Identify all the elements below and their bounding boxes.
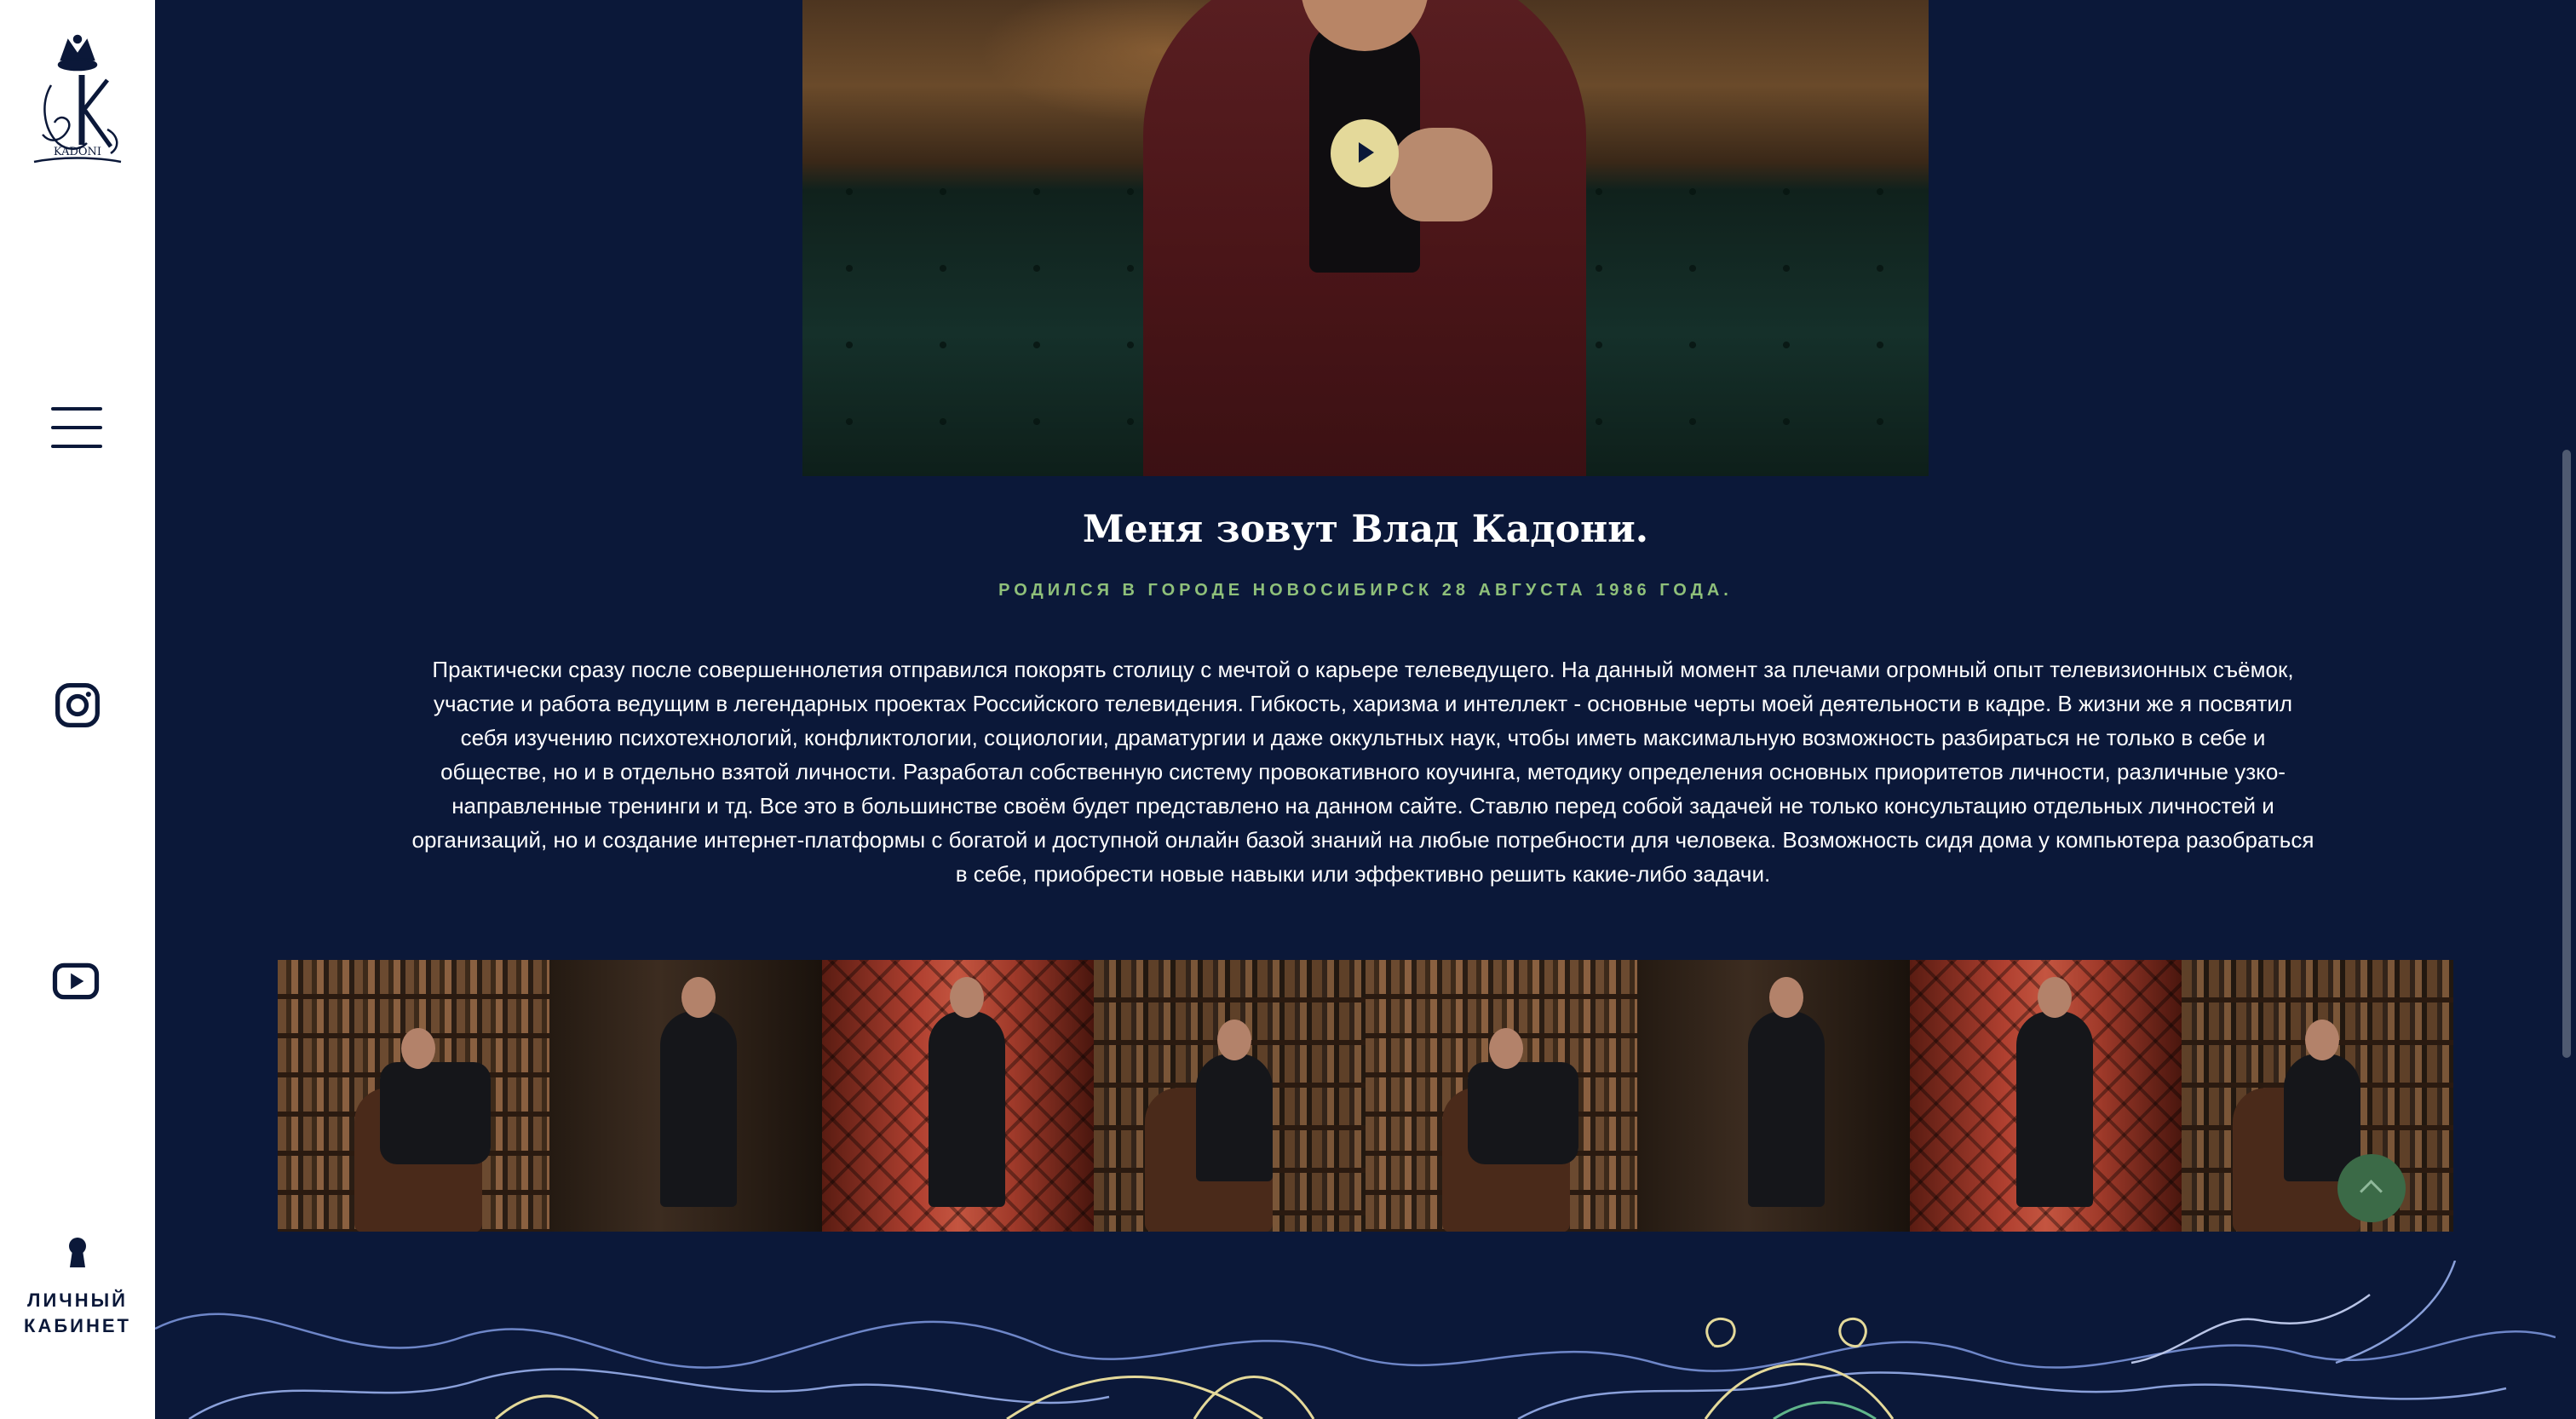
personal-cabinet-label: ЛИЧНЫЙ КАБИНЕТ	[24, 1290, 131, 1336]
about-bio: Практически сразу после совершеннолетия …	[411, 657, 2314, 887]
decorative-ornament	[155, 1261, 2556, 1419]
scrollbar-thumb[interactable]	[2562, 450, 2571, 1058]
gallery-photo[interactable]	[1093, 960, 1366, 1232]
person-figure	[380, 1028, 491, 1164]
play-icon[interactable]	[1331, 119, 1399, 187]
logo-text: KADONI	[54, 146, 101, 158]
photo-gallery[interactable]	[278, 960, 2453, 1232]
burger-line	[51, 426, 102, 429]
scrollbar-track[interactable]	[2556, 0, 2576, 1419]
personal-cabinet-link[interactable]: ЛИЧНЫЙ КАБИНЕТ	[0, 1237, 155, 1339]
menu-burger-button[interactable]	[51, 407, 102, 448]
person-figure	[1748, 977, 1826, 1207]
burger-line	[51, 407, 102, 411]
kadoni-logo[interactable]: KADONI	[26, 34, 129, 170]
person-hand	[1390, 128, 1492, 221]
gallery-photo[interactable]	[1366, 960, 1638, 1232]
about-subtitle: РОДИЛСЯ В ГОРОДЕ НОВОСИБИРСК 28 АВГУСТА …	[998, 581, 1733, 600]
person-figure	[1468, 1028, 1578, 1164]
about-title: Меня зовут Влад Кадони.	[1082, 508, 1649, 551]
sidebar: KADONI ЛИЧНЫЙ КАБИНЕТ	[0, 0, 155, 1419]
keyhole-icon	[69, 1238, 86, 1267]
hero-video-thumbnail[interactable]	[802, 0, 1929, 476]
gallery-photo[interactable]	[1909, 960, 2182, 1232]
instagram-icon[interactable]	[54, 681, 101, 729]
youtube-icon[interactable]	[52, 957, 100, 1005]
gallery-photo[interactable]	[821, 960, 1094, 1232]
burger-line	[51, 445, 102, 448]
gallery-photo[interactable]	[278, 960, 550, 1232]
person-figure	[660, 977, 738, 1207]
gallery-photo[interactable]	[549, 960, 822, 1232]
person-figure	[2015, 977, 2093, 1207]
person-figure	[1195, 1020, 1273, 1181]
gallery-photo[interactable]	[2181, 960, 2453, 1232]
person-figure	[928, 977, 1005, 1207]
scroll-to-top-button[interactable]	[2337, 1154, 2406, 1222]
gallery-photo[interactable]	[1637, 960, 1910, 1232]
